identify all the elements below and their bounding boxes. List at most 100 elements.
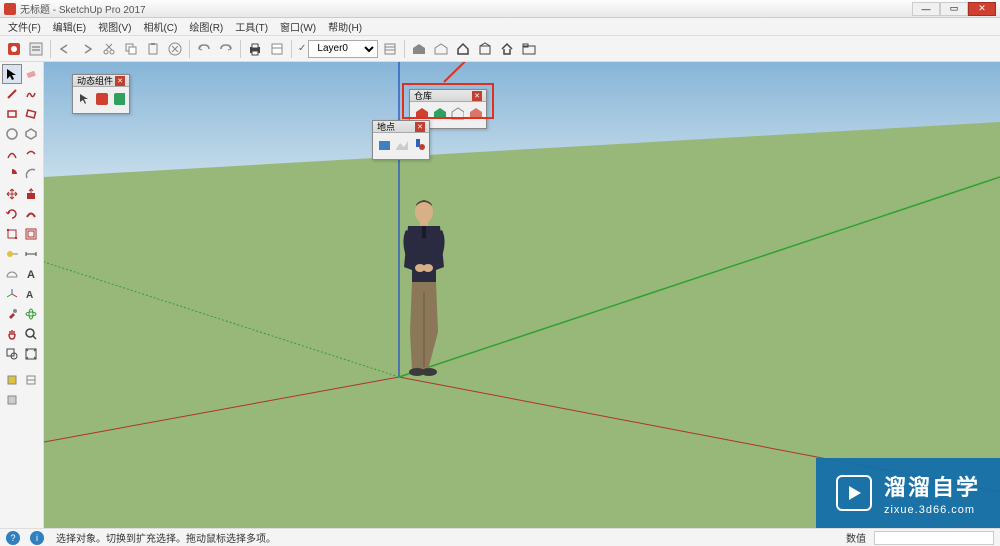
close-icon[interactable]: ✕ [115,76,125,86]
move-tool-icon[interactable] [2,184,22,204]
line-tool-icon[interactable] [2,84,22,104]
minimize-button[interactable]: — [912,2,940,16]
folder-icon[interactable] [519,39,539,59]
menu-camera[interactable]: 相机(C) [137,19,183,34]
home-icon[interactable] [453,39,473,59]
extension-warehouse-icon[interactable] [449,105,465,125]
freehand-tool-icon[interactable] [22,84,42,104]
layer-select[interactable]: Layer0 [308,40,378,58]
pan-tool-icon[interactable] [2,324,22,344]
arc2-tool-icon[interactable] [22,144,42,164]
close-icon[interactable]: ✕ [472,91,482,101]
window-titlebar: 无标题 - SketchUp Pro 2017 — ▭ ✕ [0,0,1000,18]
menu-help[interactable]: 帮助(H) [322,19,368,34]
tape-tool-icon[interactable] [2,244,22,264]
arc-tool-icon[interactable] [2,144,22,164]
main-toolbar: ✓ Layer0 [0,36,1000,62]
section-tool-icon[interactable] [2,370,22,390]
arc3-tool-icon[interactable] [22,164,42,184]
delete-icon[interactable] [165,39,185,59]
paint-tool-icon[interactable] [2,304,22,324]
menubar: 文件(F) 编辑(E) 视图(V) 相机(C) 绘图(R) 工具(T) 窗口(W… [0,18,1000,36]
print-icon[interactable] [245,39,265,59]
warehouse-icon[interactable] [409,39,429,59]
menu-window[interactable]: 窗口(W) [274,19,322,34]
svg-text:A: A [26,290,33,301]
section-cut-icon[interactable] [2,390,22,410]
menu-file[interactable]: 文件(F) [2,19,47,34]
rotated-rect-tool-icon[interactable] [22,104,42,124]
layer-manager-icon[interactable] [380,39,400,59]
add-location-icon[interactable] [376,136,391,156]
zoom-tool-icon[interactable] [22,324,42,344]
protractor-tool-icon[interactable] [2,264,22,284]
rectangle-tool-icon[interactable] [2,104,22,124]
warehouse2-icon[interactable] [431,39,451,59]
play-icon [836,475,872,511]
3dtext-tool-icon[interactable]: A [22,284,42,304]
copy-icon[interactable] [121,39,141,59]
orbit-tool-icon[interactable] [22,304,42,324]
model-info-icon[interactable] [267,39,287,59]
panel-title-label: 地点 [377,120,395,133]
text-tool-icon[interactable]: A [22,264,42,284]
component-attributes-icon[interactable] [26,39,46,59]
polygon-tool-icon[interactable] [22,124,42,144]
statusbar: ? i 选择对象。切换到扩充选择。拖动鼠标选择多项。 数值 [0,528,1000,546]
followme-tool-icon[interactable] [22,204,42,224]
eraser-tool-icon[interactable] [22,64,42,84]
close-button[interactable]: ✕ [968,2,996,16]
select-tool-icon[interactable] [2,64,22,84]
maximize-button[interactable]: ▭ [940,2,968,16]
dimension-tool-icon[interactable] [22,244,42,264]
info-icon[interactable]: i [30,531,44,545]
menu-edit[interactable]: 编辑(E) [47,19,92,34]
circle-tool-icon[interactable] [2,124,22,144]
close-icon[interactable]: ✕ [415,122,425,132]
redo2-icon[interactable] [216,39,236,59]
component-options-icon[interactable] [93,90,108,110]
share-component-icon[interactable] [467,105,483,125]
value-label: 数值 [846,530,866,545]
undo2-icon[interactable] [194,39,214,59]
value-input[interactable] [874,531,994,545]
watermark-brand: 溜溜自学 [884,470,980,502]
dynamic-components-panel[interactable]: 动态组件✕ [72,74,130,114]
toggle-terrain-icon[interactable] [393,136,408,156]
house-icon[interactable] [497,39,517,59]
watermark-url: zixue.3d66.com [884,504,980,516]
location-panel[interactable]: 地点 ✕ [372,120,430,160]
app-icon [4,3,16,15]
paste-icon[interactable] [143,39,163,59]
zoom-window-tool-icon[interactable] [2,344,22,364]
panel-title-label: 动态组件 [77,74,113,87]
watermark: 溜溜自学 zixue.3d66.com [816,458,1000,528]
help-icon[interactable]: ? [6,531,20,545]
component-attributes-icon[interactable] [111,90,126,110]
panel-title-label: 仓库 [414,89,432,102]
pie-tool-icon[interactable] [2,164,22,184]
undo-icon[interactable] [55,39,75,59]
tool-palette: A A [0,62,44,528]
zoom-extents-tool-icon[interactable] [22,344,42,364]
section-display-icon[interactable] [22,370,42,390]
offset-tool-icon[interactable] [22,224,42,244]
component-options-icon[interactable] [4,39,24,59]
window-controls: — ▭ ✕ [912,2,996,16]
status-hint: 选择对象。切换到扩充选择。拖动鼠标选择多项。 [56,530,846,545]
share-model-icon[interactable] [431,105,447,125]
window-title: 无标题 - SketchUp Pro 2017 [20,1,912,16]
redo-icon[interactable] [77,39,97,59]
interact-icon[interactable] [76,90,91,110]
photo-textures-icon[interactable] [411,136,426,156]
menu-draw[interactable]: 绘图(R) [183,19,229,34]
extension-icon[interactable] [475,39,495,59]
pushpull-tool-icon[interactable] [22,184,42,204]
svg-text:A: A [27,269,35,281]
menu-view[interactable]: 视图(V) [92,19,137,34]
rotate-tool-icon[interactable] [2,204,22,224]
axes-tool-icon[interactable] [2,284,22,304]
menu-tools[interactable]: 工具(T) [229,19,274,34]
scale-tool-icon[interactable] [2,224,22,244]
cut-icon[interactable] [99,39,119,59]
